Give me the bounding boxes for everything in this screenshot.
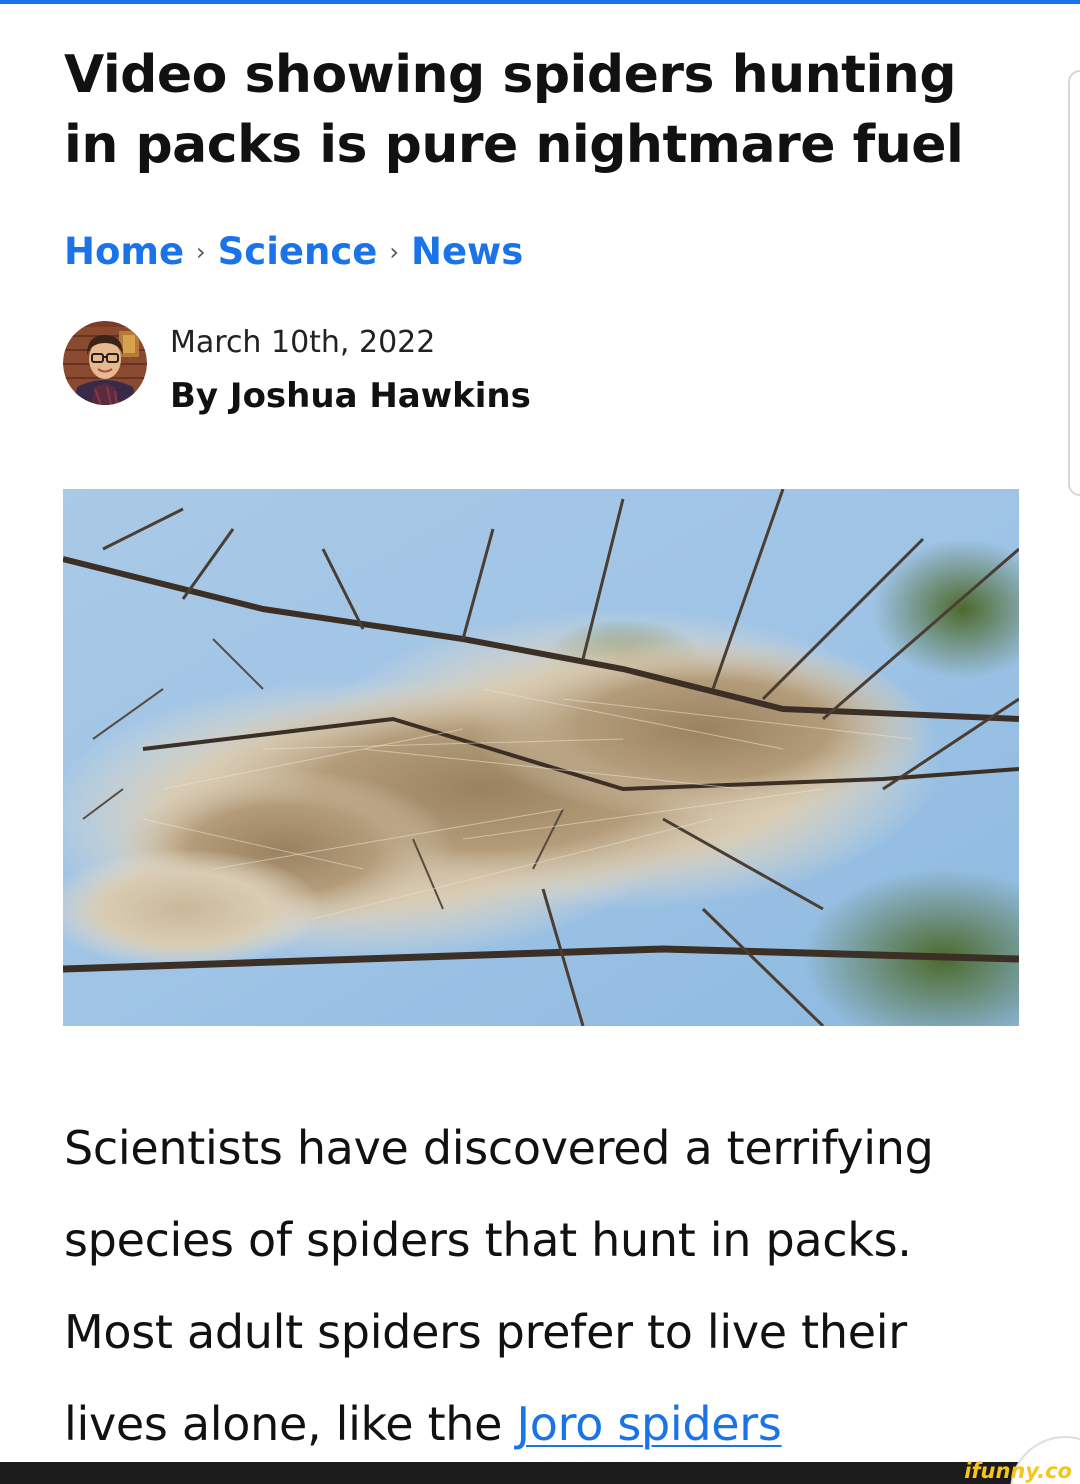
spider-web-nest-photo-icon xyxy=(63,489,1019,1026)
article-page: Video showing spiders hunting in packs i… xyxy=(0,0,1080,1484)
bottom-bar xyxy=(0,1462,1080,1484)
breadcrumb-separator-icon: › xyxy=(196,238,206,266)
avatar-photo-icon xyxy=(63,321,147,405)
ifunny-watermark: ifunny.co xyxy=(964,1459,1072,1483)
breadcrumb-science-link[interactable]: Science xyxy=(218,230,378,273)
hero-image xyxy=(63,489,1019,1026)
author-avatar[interactable] xyxy=(63,321,147,405)
publish-date: March 10th, 2022 xyxy=(170,325,436,360)
article-headline: Video showing spiders hunting in packs i… xyxy=(64,45,964,175)
breadcrumb-home-link[interactable]: Home xyxy=(64,230,184,273)
scrollbar[interactable] xyxy=(1068,70,1080,496)
article-body-paragraph: Scientists have discovered a terrifying … xyxy=(64,1102,1024,1470)
author-name[interactable]: By Joshua Hawkins xyxy=(170,374,531,418)
breadcrumb-separator-icon: › xyxy=(389,238,399,266)
article-body-text: Scientists have discovered a terrifying … xyxy=(64,1121,934,1451)
breadcrumb: Home › Science › News xyxy=(64,226,523,276)
top-accent-bar xyxy=(0,0,1080,4)
breadcrumb-news-link[interactable]: News xyxy=(411,230,523,273)
joro-spiders-link[interactable]: Joro spiders xyxy=(516,1397,781,1451)
